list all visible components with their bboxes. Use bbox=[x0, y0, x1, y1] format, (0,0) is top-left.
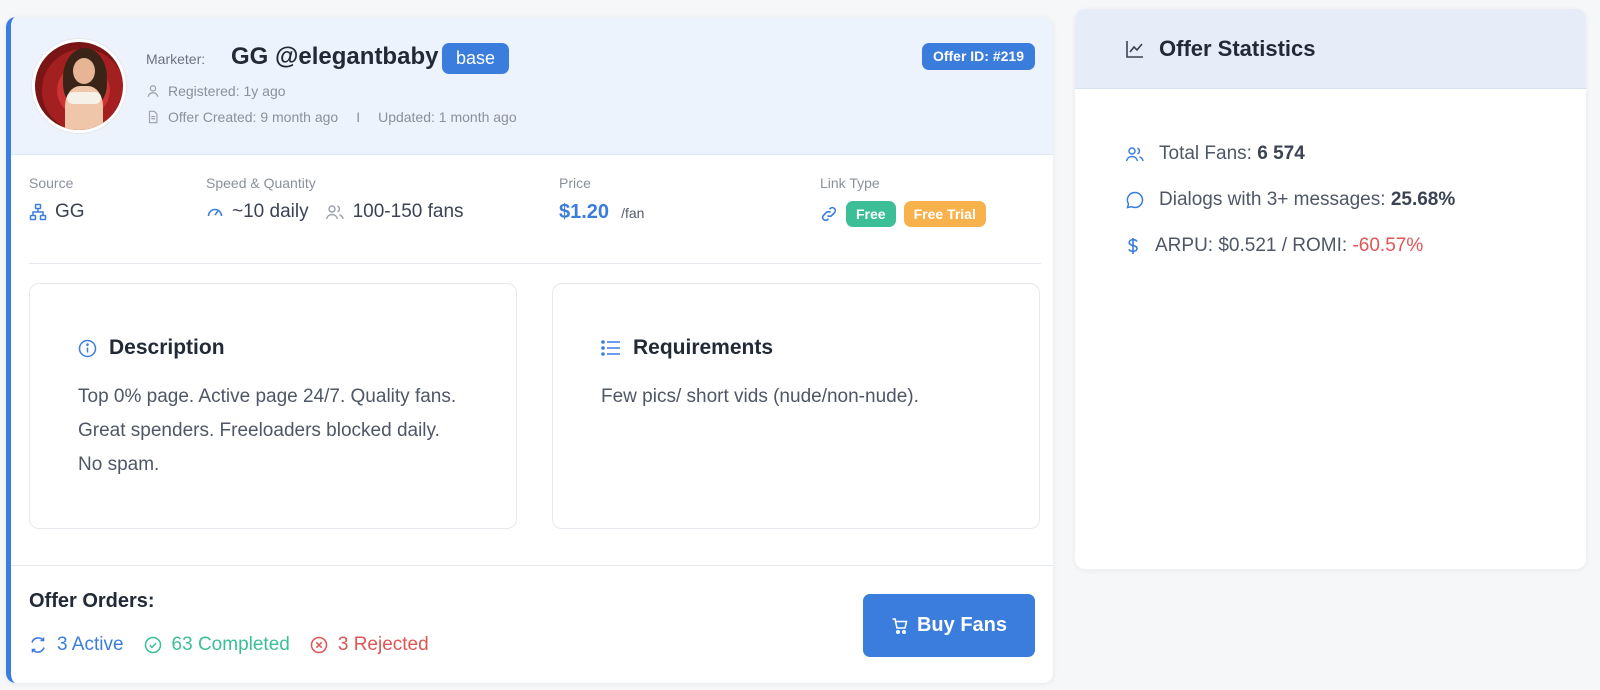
avatar[interactable] bbox=[32, 39, 126, 133]
cart-icon bbox=[891, 617, 909, 635]
orders-completed[interactable]: 63 Completed bbox=[144, 634, 290, 656]
users-icon bbox=[1125, 145, 1145, 163]
orders-stats: 3 Active 63 Completed 3 Rejected bbox=[29, 634, 429, 656]
quantity-value: 100-150 fans bbox=[352, 201, 464, 222]
arpu-romi-stat: ARPU: $0.521 / ROMI: -60.57% bbox=[1125, 235, 1455, 257]
orders-active[interactable]: 3 Active bbox=[29, 634, 124, 656]
user-icon bbox=[146, 84, 160, 98]
separator: I bbox=[356, 109, 361, 125]
dialogs-value: 25.68% bbox=[1390, 189, 1456, 210]
offer-statistics-card: Offer Statistics Total Fans: 6 574 Dialo… bbox=[1075, 9, 1586, 569]
speed-label: Speed & Quantity bbox=[206, 175, 316, 191]
updated-text: Updated: 1 month ago bbox=[378, 109, 517, 125]
total-fans-value: 6 574 bbox=[1257, 143, 1305, 164]
description-panel: Description Top 0% page. Active page 24/… bbox=[29, 283, 517, 529]
source-column: Source GG bbox=[29, 175, 85, 223]
offer-header: Marketer: GG @elegantbaby base Offer ID:… bbox=[11, 17, 1053, 155]
offer-orders-section: Offer Orders: 3 Active 63 Completed 3 Re… bbox=[11, 565, 1053, 683]
check-circle-icon bbox=[144, 636, 162, 654]
dates-line: Offer Created: 9 month ago I Updated: 1 … bbox=[146, 109, 517, 125]
link-free-badge: Free bbox=[846, 201, 896, 227]
statistics-header: Offer Statistics bbox=[1075, 9, 1586, 89]
users-icon bbox=[325, 203, 345, 221]
created-text: Offer Created: 9 month ago bbox=[168, 109, 339, 125]
offer-id-badge: Offer ID: #219 bbox=[921, 43, 1035, 70]
gauge-icon bbox=[206, 203, 224, 221]
document-icon bbox=[146, 110, 160, 124]
link-type-label: Link Type bbox=[820, 175, 880, 191]
section-divider bbox=[29, 263, 1041, 264]
source-value: GG bbox=[55, 201, 85, 222]
marketer-label: Marketer: bbox=[146, 51, 206, 67]
statistics-list: Total Fans: 6 574 Dialogs with 3+ messag… bbox=[1125, 143, 1455, 281]
orders-title: Offer Orders: bbox=[29, 590, 155, 612]
speed-column: Speed & Quantity ~10 daily 100-150 fans bbox=[206, 175, 464, 223]
requirements-title: Requirements bbox=[633, 336, 774, 359]
source-label: Source bbox=[29, 175, 74, 191]
description-text: Top 0% page. Active page 24/7. Quality f… bbox=[78, 386, 457, 475]
list-icon bbox=[601, 340, 621, 356]
price-value: $1.20 bbox=[559, 201, 610, 223]
requirements-panel: Requirements Few pics/ short vids (nude/… bbox=[552, 283, 1040, 529]
registered-text: Registered: 1y ago bbox=[168, 83, 286, 99]
speed-value: ~10 daily bbox=[232, 201, 309, 222]
romi-value: -60.57% bbox=[1352, 235, 1424, 256]
dialogs-stat: Dialogs with 3+ messages: 25.68% bbox=[1125, 189, 1455, 211]
link-icon bbox=[820, 205, 838, 223]
sync-icon bbox=[29, 636, 47, 654]
description-title: Description bbox=[109, 336, 225, 359]
price-unit: /fan bbox=[621, 204, 645, 221]
dollar-icon bbox=[1125, 237, 1141, 255]
chat-bubble-icon bbox=[1125, 190, 1145, 210]
statistics-title: Offer Statistics bbox=[1159, 35, 1316, 61]
link-type-column: Link Type Free Free Trial bbox=[820, 175, 986, 227]
line-chart-icon bbox=[1125, 39, 1145, 59]
tier-badge: base bbox=[442, 43, 510, 74]
price-column: Price $1.20 /fan bbox=[559, 175, 644, 224]
orders-rejected[interactable]: 3 Rejected bbox=[310, 634, 429, 656]
sitemap-icon bbox=[29, 203, 47, 221]
offer-card: Marketer: GG @elegantbaby base Offer ID:… bbox=[6, 17, 1053, 683]
x-circle-icon bbox=[310, 636, 328, 654]
total-fans-stat: Total Fans: 6 574 bbox=[1125, 143, 1455, 165]
requirements-text: Few pics/ short vids (nude/non-nude). bbox=[601, 386, 919, 407]
offer-info-row: Source GG Speed & Quantity ~10 daily 100… bbox=[29, 175, 1039, 265]
buy-fans-button[interactable]: Buy Fans bbox=[863, 594, 1035, 657]
info-icon bbox=[78, 339, 97, 358]
registered-line: Registered: 1y ago bbox=[146, 83, 286, 99]
price-label: Price bbox=[559, 175, 591, 191]
link-trial-badge: Free Trial bbox=[903, 201, 986, 227]
marketer-name[interactable]: GG @elegantbaby bbox=[231, 43, 438, 71]
